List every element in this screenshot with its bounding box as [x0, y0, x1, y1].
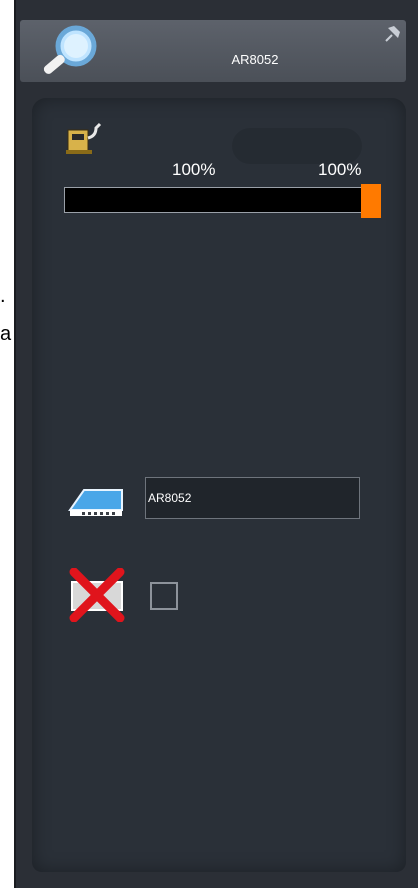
flight-number-input[interactable]: [145, 477, 360, 519]
background-text-fragment: .: [0, 285, 6, 307]
fuel-pump-icon: [66, 122, 102, 154]
plane-icon: [68, 489, 123, 516]
cancel-checkbox[interactable]: [150, 582, 178, 610]
background-text-fragment: a: [0, 323, 12, 345]
fuel-progress-bar[interactable]: [64, 184, 381, 218]
pin-icon[interactable]: [382, 22, 406, 46]
background-edge: . a: [0, 0, 14, 888]
magnifier-icon[interactable]: [36, 22, 102, 82]
fuel-percent-right: 100%: [318, 160, 362, 179]
cancel-x-icon: [69, 568, 125, 622]
page-title: AR8052: [231, 52, 279, 67]
fuel-percent-left: 100%: [172, 160, 216, 179]
fuel-progress-handle[interactable]: [361, 184, 381, 218]
